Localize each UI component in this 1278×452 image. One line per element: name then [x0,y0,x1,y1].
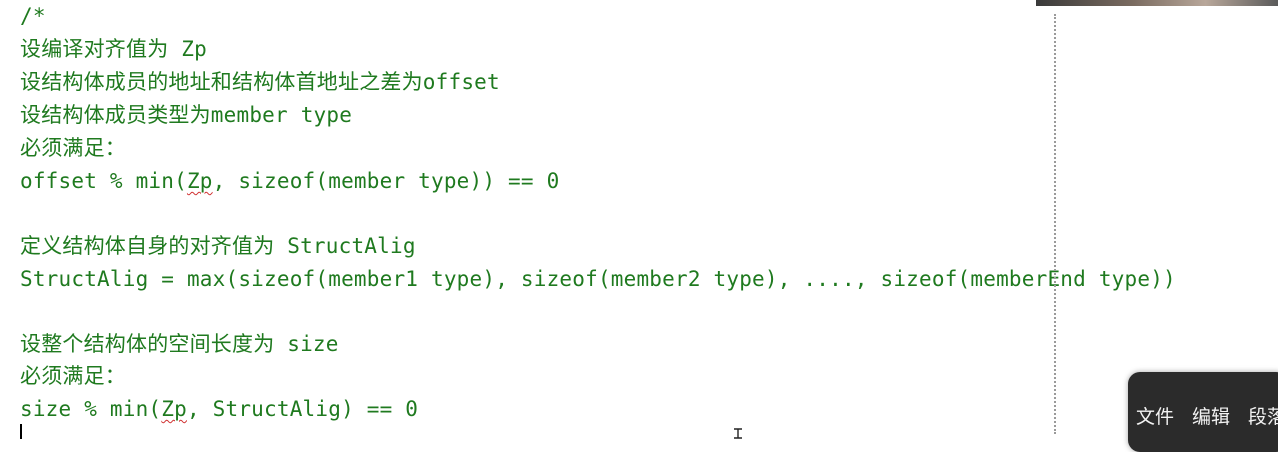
code-line-must-satisfy-1: 必须满足： [20,136,126,160]
code-text: , sizeof(member type)) == 0 [212,169,560,193]
code-text: size % min( [20,397,162,421]
code-line-offset-formula: offset % min(Zp, sizeof(member type)) ==… [20,167,559,195]
spellcheck-mark: Zp [161,397,187,421]
menu-item-file[interactable]: 文件 [1136,402,1174,429]
code-text: offset % min( [20,169,187,193]
webcam-overlay [1036,0,1278,6]
code-line-must-satisfy-2: 必须满足： [20,364,126,388]
floating-toolbar: 文件 编辑 段落 [1128,372,1278,452]
code-editor[interactable]: /* 设编译对齐值为 Zp 设结构体成员的地址和结构体首地址之差为offset … [0,0,1278,439]
code-line-size: 设整个结构体的空间长度为 size [20,332,339,356]
code-line-member-type: 设结构体成员类型为member type [20,103,353,127]
code-line-offset: 设结构体成员的地址和结构体首地址之差为offset [20,70,500,94]
menu-item-paragraph[interactable]: 段落 [1248,402,1278,429]
code-text: , StructAlig) == 0 [186,397,419,421]
code-line-struct-alig-def: 定义结构体自身的对齐值为 StructAlig [20,234,416,258]
code-line-zp: 设编译对齐值为 Zp [20,37,207,61]
menu-item-edit[interactable]: 编辑 [1192,402,1230,429]
code-line-comment-open: /* [20,4,46,28]
margin-guide-line [1054,14,1056,434]
code-line-struct-alig-formula: StructAlig = max(sizeof(member1 type), s… [20,267,1176,291]
spellcheck-mark: Zp [186,169,213,193]
floating-toolbar-menu: 文件 编辑 段落 [1136,402,1278,429]
code-line-size-formula: size % min(Zp, StructAlig) == 0 [20,395,418,423]
text-caret [20,424,22,439]
ibeam-cursor-icon [734,428,742,439]
